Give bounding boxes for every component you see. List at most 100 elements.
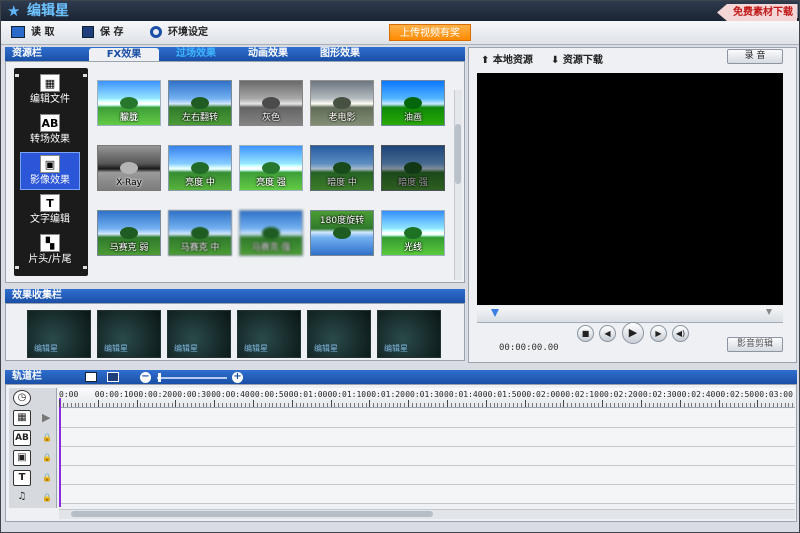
effect-thumb-dark-mid[interactable]: 暗度 中 [310, 145, 374, 191]
stop-icon: ■ [581, 329, 590, 338]
play-arrow-icon[interactable]: ▶ [42, 412, 50, 423]
ruler-minor-tick [322, 403, 324, 407]
effect-thumb-gray[interactable]: 灰色 [239, 80, 303, 126]
folder-open-icon [11, 26, 25, 38]
resource-scrollbar[interactable] [454, 90, 462, 280]
collection-slot[interactable]: 编辑星 [237, 310, 301, 358]
effect-label: 灰色 [261, 113, 280, 123]
record-button[interactable]: 录 音 [727, 49, 783, 64]
side-item-transition[interactable]: AB 转场效果 [20, 112, 80, 150]
lock-icon[interactable]: 🔒 [42, 434, 52, 442]
film-perforation [83, 266, 87, 269]
tab-transition[interactable]: 过场效果 [161, 47, 231, 61]
ruler-minor-tick [78, 403, 80, 407]
collection-slot[interactable]: 编辑星 [307, 310, 371, 358]
ruler-tick-mark [641, 400, 642, 407]
effect-thumb-bright-mid[interactable]: 亮度 中 [168, 145, 232, 191]
side-item-edit-file[interactable]: ▦ 编辑文件 [20, 72, 80, 110]
ruler-minor-tick [167, 403, 169, 407]
side-item-video-effect[interactable]: ▣ 影像效果 [20, 152, 80, 190]
save-button[interactable]: 保 存 [82, 24, 123, 42]
tab-fx[interactable]: FX效果 [89, 48, 159, 61]
collection-slot[interactable]: 编辑星 [167, 310, 231, 358]
ruler-minor-tick [272, 403, 274, 407]
ruler-minor-tick [121, 403, 123, 407]
play-button[interactable]: ▶ [622, 322, 644, 344]
prev-button[interactable]: ◀ [599, 325, 616, 342]
ruler-minor-tick [520, 403, 522, 407]
star-icon: ★ [7, 2, 21, 20]
folder-icon[interactable] [85, 372, 97, 382]
ruler-minor-tick [769, 403, 771, 407]
collection-slot[interactable]: 编辑星 [27, 310, 91, 358]
local-resources-tab[interactable]: ⬆ 本地资源 [481, 51, 533, 66]
next-icon: ▶ [655, 329, 662, 338]
resource-download-tab[interactable]: ⬇ 资源下载 [551, 51, 603, 66]
resource-scrollbar-thumb[interactable] [455, 124, 461, 184]
film-perforation [83, 74, 87, 77]
effect-track[interactable] [59, 447, 795, 466]
effect-thumb-mosaic-strong[interactable]: 马赛克 强 [239, 210, 303, 256]
ruler-minor-tick [784, 403, 786, 407]
effect-thumb-mosaic-weak[interactable]: 马赛克 弱 [97, 210, 161, 256]
timeline-playhead[interactable] [59, 398, 61, 507]
thumb-image [333, 227, 351, 239]
zoom-slider-knob[interactable] [158, 373, 161, 382]
zoom-out-button[interactable]: − [140, 372, 151, 383]
lock-icon[interactable]: 🔒 [42, 474, 52, 482]
upload-video-badge[interactable]: 上传视频有奖 [389, 24, 471, 41]
effect-thumb-rotate-180[interactable]: 180度旋转 [310, 210, 374, 256]
stop-button[interactable]: ■ [577, 325, 594, 342]
effect-thumb-hazy[interactable]: 朦胧 [97, 80, 161, 126]
effect-thumb-bright-strong[interactable]: 亮度 强 [239, 145, 303, 191]
ruler-minor-tick [423, 403, 425, 407]
ruler-minor-tick [439, 403, 441, 407]
ruler-minor-tick [412, 403, 414, 407]
timeline-scrollbar-thumb[interactable] [71, 511, 433, 517]
free-download-link[interactable]: 免费素材下载 [717, 4, 797, 21]
ruler-minor-tick [384, 403, 386, 407]
collection-slot[interactable]: 编辑星 [97, 310, 161, 358]
thumb-image [120, 162, 138, 174]
volume-button[interactable]: ◀) [672, 325, 689, 342]
next-button[interactable]: ▶ [650, 325, 667, 342]
lock-icon[interactable]: 🔒 [42, 454, 52, 462]
settings-button[interactable]: 环境设定 [150, 24, 208, 42]
ruler-minor-tick [516, 403, 518, 407]
read-button[interactable]: 读 取 [11, 24, 54, 42]
ruler-minor-tick [462, 403, 464, 407]
text-track[interactable] [59, 466, 795, 485]
transition-track[interactable] [59, 428, 795, 447]
title-bar: ★ 编辑星 ? _ X [1, 1, 799, 21]
effect-label: 油画 [403, 113, 422, 123]
av-edit-button[interactable]: 影音剪辑 [727, 337, 783, 352]
tab-animation[interactable]: 动画效果 [233, 47, 303, 61]
video-track[interactable] [59, 409, 795, 428]
collection-slot[interactable]: 编辑星 [377, 310, 441, 358]
floppy-icon[interactable] [107, 372, 119, 382]
effect-thumb-light[interactable]: 光线 [381, 210, 445, 256]
effect-thumb-mosaic-mid[interactable]: 马赛克 中 [168, 210, 232, 256]
effect-thumb-old-film[interactable]: 老电影 [310, 80, 374, 126]
zoom-in-button[interactable]: + [232, 372, 243, 383]
seek-bar[interactable] [477, 307, 783, 323]
audio-track[interactable] [59, 485, 795, 504]
effect-thumb-flip[interactable]: 左右翻转 [168, 80, 232, 126]
effect-thumb-dark-strong[interactable]: 暗度 强 [381, 145, 445, 191]
ruler-minor-tick [536, 403, 538, 407]
effect-thumb-oil[interactable]: 油画 [381, 80, 445, 126]
ruler-minor-tick [74, 403, 76, 407]
zoom-slider[interactable] [157, 377, 227, 379]
play-icon: ▶ [628, 326, 638, 339]
effect-thumb-xray[interactable]: X-Ray [97, 145, 161, 191]
ruler-minor-tick [221, 403, 223, 407]
lock-icon[interactable]: 🔒 [42, 494, 52, 502]
ruler-minor-tick [256, 403, 258, 407]
ruler-minor-tick [648, 403, 650, 407]
ruler-minor-tick [726, 403, 728, 407]
effect-label: 暗度 强 [398, 178, 428, 188]
side-item-intro-outro[interactable]: ▚ 片头/片尾 [20, 232, 80, 270]
side-item-text-edit[interactable]: T 文字编辑 [20, 192, 80, 230]
tab-graphic[interactable]: 图形效果 [305, 47, 375, 61]
ruler-minor-tick [295, 403, 297, 407]
